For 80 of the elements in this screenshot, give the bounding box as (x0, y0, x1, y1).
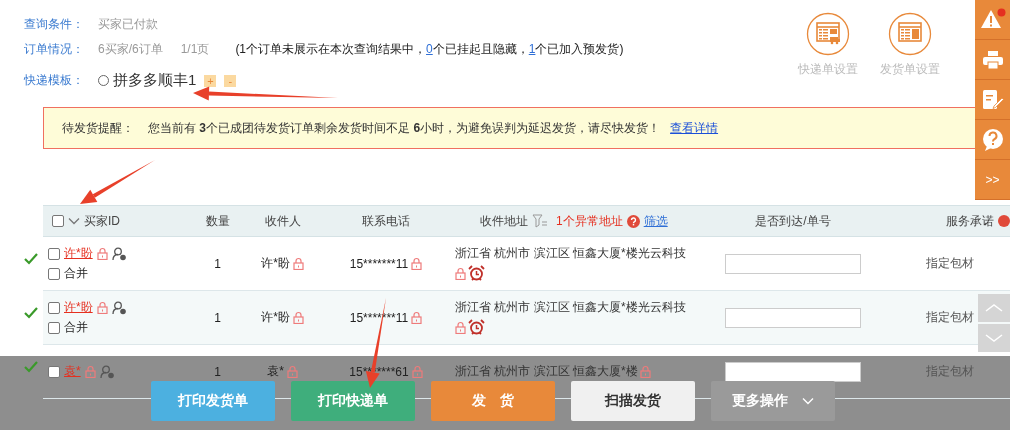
merge-label: 合并 (64, 319, 88, 336)
row-checkbox[interactable] (48, 301, 60, 314)
row-checkbox[interactable] (48, 365, 60, 378)
info-dot-icon (998, 215, 1010, 227)
printer-icon[interactable] (981, 49, 1004, 70)
merge-checkbox[interactable] (48, 321, 60, 334)
note-edit-icon[interactable] (981, 88, 1004, 111)
column-header: 收件地址 (480, 212, 528, 230)
remove-button[interactable]: - (224, 74, 237, 87)
column-header: 数量 (205, 212, 230, 230)
merge-checkbox[interactable] (48, 267, 60, 280)
lock-icon (84, 365, 96, 378)
address-text: 浙江省 杭州市 滨江区 恒鑫大厦*楼光云科技 (455, 299, 686, 316)
count-link[interactable]: 1 (528, 42, 536, 56)
template-label: 快递模板： (24, 72, 84, 89)
receiver-name: 许*盼 (261, 255, 290, 272)
caret-icon[interactable] (68, 217, 80, 225)
waybill-settings-icon[interactable] (806, 12, 850, 56)
help-icon (626, 214, 640, 228)
lock-icon (96, 247, 108, 260)
template-option[interactable]: 拼多多顺丰1 (98, 71, 197, 90)
abnormal-address-count: 1个异常地址 (556, 212, 623, 230)
action-button[interactable]: 打印快递单 (291, 381, 415, 421)
address-text: 浙江省 杭州市 滨江区 恒鑫大厦*楼 (455, 363, 638, 380)
settings-label[interactable]: 发货单设置 (880, 61, 940, 78)
order-note: (1个订单未展示在本次查询结果中，0个已挂起且隐藏，1个已加入预发货) (235, 41, 624, 58)
action-button[interactable]: 扫描发货 (571, 381, 695, 421)
lock-icon (292, 257, 304, 270)
user-settings-icon[interactable] (111, 246, 127, 261)
address-text: 浙江省 杭州市 滨江区 恒鑫大厦*楼光云科技 (455, 245, 686, 262)
page-count: 1/1页 (180, 41, 210, 58)
filter-link[interactable]: 筛选 (643, 212, 668, 230)
buyer-link[interactable]: 许*盼 (64, 299, 93, 316)
lock-icon (455, 266, 466, 280)
service-cell-text: 指定包材 (925, 255, 975, 272)
lock-icon (455, 320, 466, 334)
action-button[interactable]: 发 货 (431, 381, 555, 421)
lock-icon (96, 301, 108, 314)
action-button[interactable]: 更多操作 (711, 381, 835, 421)
orders-label: 订单情况： (24, 41, 84, 58)
query-value: 买家已付款 (98, 16, 158, 33)
action-button[interactable]: 打印发货单 (151, 381, 275, 421)
column-header: 服务承诺 (946, 212, 994, 230)
phone-number: 15*******11 (349, 256, 409, 271)
add-button[interactable]: + (204, 74, 217, 87)
invoice-settings-icon[interactable] (888, 12, 932, 56)
lock-icon (411, 365, 423, 378)
tracking-number-field[interactable] (725, 253, 861, 274)
buyer-link[interactable]: 许*盼 (64, 245, 93, 262)
column-header: 买家ID (84, 212, 120, 230)
lock-icon (292, 311, 304, 324)
details-link[interactable]: 查看详情 (670, 119, 719, 137)
lock-icon (411, 257, 423, 270)
lock-icon (639, 365, 651, 378)
quantity-cell-text: 1 (213, 310, 222, 325)
tracking-number-field[interactable] (725, 361, 861, 382)
alert-message: 您当前有 3个已成团待发货订单剩余发货时间不足 6小时，为避免误判为延迟发货，请尽快发货！ (148, 119, 661, 137)
tracking-number-field[interactable] (725, 307, 861, 328)
select-all-checkbox[interactable] (52, 215, 64, 227)
column-header: 是否到达/单号 (755, 212, 831, 230)
column-header: 联系电话 (362, 212, 410, 230)
count-link[interactable]: 0 (426, 42, 433, 56)
user-settings-icon[interactable] (111, 300, 127, 315)
order-counts: 6买家/6订单 (98, 41, 163, 58)
help-icon[interactable] (981, 127, 1004, 152)
row-checkbox[interactable] (48, 247, 60, 260)
merge-label: 合并 (64, 265, 88, 282)
filter-icon[interactable] (532, 214, 548, 228)
expand-button[interactable]: >> (985, 172, 1000, 187)
alert-label: 待发货提醒： (62, 119, 134, 137)
quantity-cell-text: 1 (213, 364, 222, 379)
lock-icon (411, 311, 423, 324)
quantity-cell-text: 1 (213, 256, 222, 271)
receiver-name: 许*盼 (261, 309, 290, 326)
lock-icon (286, 365, 298, 378)
receiver-name: 袁* (267, 363, 284, 380)
service-cell-text: 指定包材 (925, 309, 975, 326)
column-header: 收件人 (264, 212, 301, 230)
settings-label[interactable]: 快递单设置 (798, 61, 858, 78)
query-label: 查询条件： (24, 16, 84, 33)
